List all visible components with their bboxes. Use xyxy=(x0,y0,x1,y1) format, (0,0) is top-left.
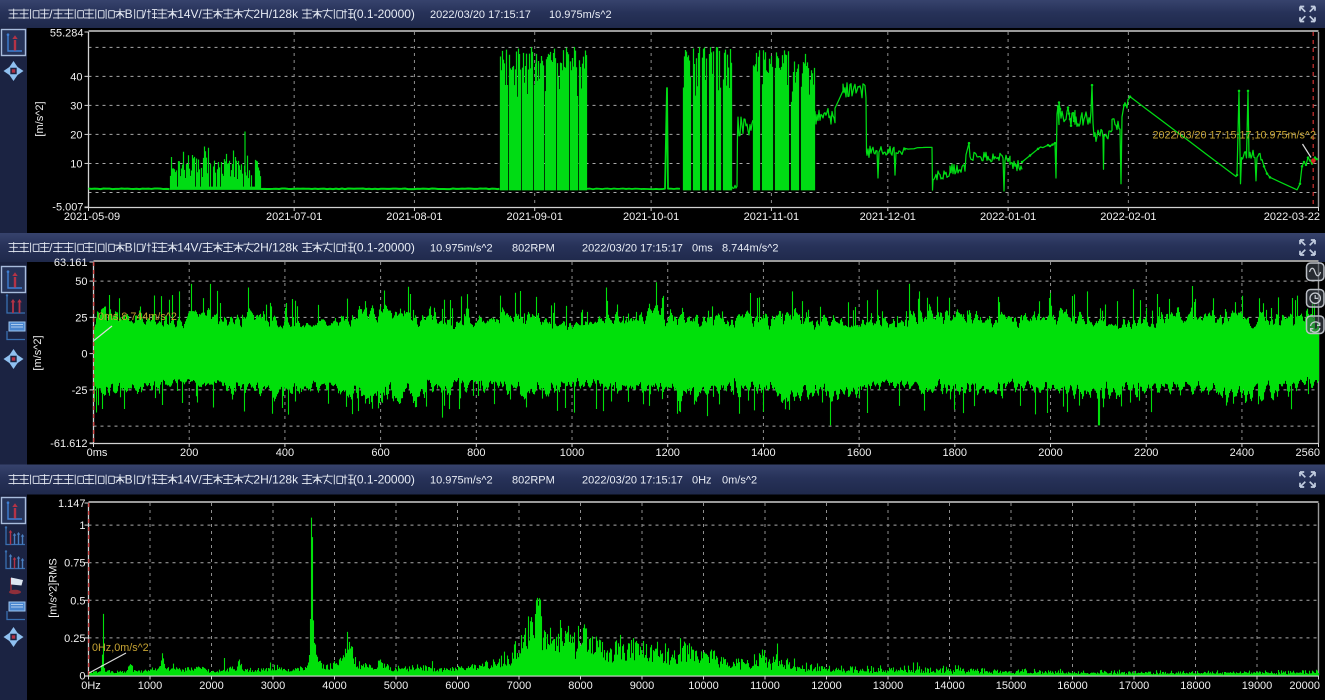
svg-text:1000: 1000 xyxy=(138,680,162,692)
svg-text:(0.1-20000): (0.1-20000) xyxy=(353,7,415,21)
svg-text:0ms: 0ms xyxy=(87,447,108,459)
svg-text:1: 1 xyxy=(79,520,85,532)
svg-text:50: 50 xyxy=(75,276,87,288)
svg-text:2022-02-01: 2022-02-01 xyxy=(1100,211,1156,223)
svg-text:3000: 3000 xyxy=(261,680,285,692)
svg-text:2021-12-01: 2021-12-01 xyxy=(860,211,916,223)
svg-text:1400: 1400 xyxy=(751,447,775,459)
svg-text:2022/03/20 17:15:17,10.975m/s^: 2022/03/20 17:15:17,10.975m/s^2 xyxy=(1152,130,1316,142)
svg-text:-25: -25 xyxy=(72,385,88,397)
svg-text:[m/s^2]: [m/s^2] xyxy=(32,335,44,370)
svg-text:14V/: 14V/ xyxy=(177,473,202,487)
svg-text:1200: 1200 xyxy=(655,447,679,459)
svg-text:10.975m/s^2: 10.975m/s^2 xyxy=(430,475,493,487)
svg-text:10.975m/s^2: 10.975m/s^2 xyxy=(430,243,493,255)
svg-text:4000: 4000 xyxy=(322,680,346,692)
svg-text:2200: 2200 xyxy=(1134,447,1158,459)
svg-text:0ms,8.744m/s^2: 0ms,8.744m/s^2 xyxy=(98,311,177,323)
svg-text:2022-03-22: 2022-03-22 xyxy=(1264,211,1320,223)
svg-text:2022/03/20 17:15:17: 2022/03/20 17:15:17 xyxy=(582,475,683,487)
svg-text:8.744m/s^2: 8.744m/s^2 xyxy=(722,243,779,255)
svg-text:B: B xyxy=(125,7,133,21)
svg-text:17000: 17000 xyxy=(1119,680,1150,692)
svg-text:2022-01-01: 2022-01-01 xyxy=(980,211,1036,223)
svg-text:B: B xyxy=(125,241,133,255)
svg-text:2021-07-01: 2021-07-01 xyxy=(266,211,322,223)
svg-text:1000: 1000 xyxy=(560,447,584,459)
svg-text:2021-11-01: 2021-11-01 xyxy=(744,211,799,223)
svg-text:B: B xyxy=(125,473,133,487)
svg-text:12000: 12000 xyxy=(811,680,842,692)
svg-text:2560: 2560 xyxy=(1296,447,1320,459)
svg-text:14V/: 14V/ xyxy=(177,7,202,21)
svg-text:20000: 20000 xyxy=(1289,680,1320,692)
svg-text:0m/s^2: 0m/s^2 xyxy=(722,475,757,487)
svg-text:2H/128k: 2H/128k xyxy=(253,241,299,255)
svg-text:0: 0 xyxy=(81,349,87,361)
svg-text:2000: 2000 xyxy=(199,680,223,692)
svg-text:6000: 6000 xyxy=(445,680,469,692)
svg-text:13000: 13000 xyxy=(873,680,904,692)
svg-text:10: 10 xyxy=(70,158,82,170)
svg-text:2021-08-01: 2021-08-01 xyxy=(386,211,442,223)
svg-text:55.284: 55.284 xyxy=(50,28,84,40)
svg-text:1.147: 1.147 xyxy=(58,498,86,510)
svg-text:0.25: 0.25 xyxy=(64,633,85,645)
svg-text:2021-09-01: 2021-09-01 xyxy=(507,211,563,223)
svg-text:2H/128k: 2H/128k xyxy=(253,473,299,487)
svg-text:200: 200 xyxy=(180,447,198,459)
svg-text:0Hz: 0Hz xyxy=(692,475,712,487)
svg-text:2022/03/20 17:15:17: 2022/03/20 17:15:17 xyxy=(582,243,683,255)
svg-text:10000: 10000 xyxy=(688,680,719,692)
svg-text:9000: 9000 xyxy=(630,680,654,692)
svg-text:25: 25 xyxy=(75,312,87,324)
svg-text:63.161: 63.161 xyxy=(54,257,88,269)
svg-text:20: 20 xyxy=(70,129,82,141)
svg-text:[m/s^2]RMS: [m/s^2]RMS xyxy=(48,558,60,618)
svg-text:16000: 16000 xyxy=(1057,680,1088,692)
svg-text:8000: 8000 xyxy=(568,680,592,692)
svg-text:600: 600 xyxy=(371,447,389,459)
svg-text:0Hz,0m/s^2: 0Hz,0m/s^2 xyxy=(92,642,149,654)
svg-text:40: 40 xyxy=(70,71,82,83)
svg-text:1800: 1800 xyxy=(943,447,967,459)
svg-text:802RPM: 802RPM xyxy=(512,243,555,255)
svg-text:1600: 1600 xyxy=(847,447,871,459)
svg-text:14V/: 14V/ xyxy=(177,241,202,255)
svg-text:[m/s^2]: [m/s^2] xyxy=(34,101,46,136)
svg-text:30: 30 xyxy=(70,100,82,112)
svg-text:2400: 2400 xyxy=(1230,447,1254,459)
svg-text:0Hz: 0Hz xyxy=(81,680,101,692)
svg-text:11000: 11000 xyxy=(750,680,780,692)
svg-text:400: 400 xyxy=(276,447,294,459)
svg-text:10.975m/s^2: 10.975m/s^2 xyxy=(549,9,612,21)
svg-text:14000: 14000 xyxy=(934,680,965,692)
svg-text:2021-05-09: 2021-05-09 xyxy=(64,211,120,223)
svg-text:(0.1-20000): (0.1-20000) xyxy=(353,241,415,255)
svg-text:0.75: 0.75 xyxy=(64,558,85,570)
svg-text:2000: 2000 xyxy=(1038,447,1062,459)
svg-text:802RPM: 802RPM xyxy=(512,475,555,487)
svg-text:15000: 15000 xyxy=(996,680,1027,692)
svg-text:7000: 7000 xyxy=(507,680,531,692)
svg-text:0ms: 0ms xyxy=(692,243,713,255)
svg-text:2021-10-01: 2021-10-01 xyxy=(623,211,679,223)
svg-text:2022/03/20 17:15:17: 2022/03/20 17:15:17 xyxy=(430,9,531,21)
svg-text:0.5: 0.5 xyxy=(70,595,85,607)
svg-text:2H/128k: 2H/128k xyxy=(253,7,299,21)
svg-text:-61.612: -61.612 xyxy=(50,438,87,450)
svg-text:(0.1-20000): (0.1-20000) xyxy=(353,473,415,487)
svg-text:5000: 5000 xyxy=(384,680,408,692)
svg-text:800: 800 xyxy=(467,447,485,459)
svg-text:19000: 19000 xyxy=(1242,680,1273,692)
svg-text:18000: 18000 xyxy=(1180,680,1211,692)
